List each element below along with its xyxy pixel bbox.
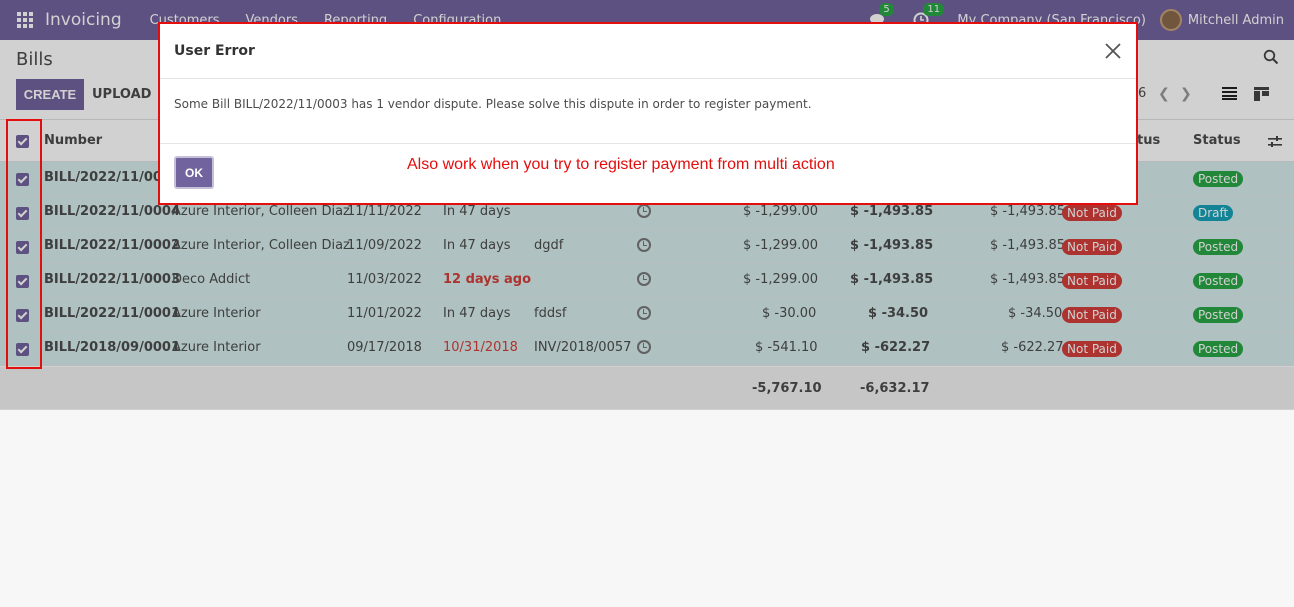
annotation-note: Also work when you try to register payme…	[407, 156, 835, 173]
modal-backdrop-lower[interactable]	[0, 410, 1294, 607]
close-icon[interactable]	[1104, 42, 1122, 60]
dialog-body: Some Bill BILL/2022/11/0003 has 1 vendor…	[160, 79, 1136, 144]
dialog-message: Some Bill BILL/2022/11/0003 has 1 vendor…	[174, 97, 812, 111]
annotation-highlight-box	[6, 119, 42, 369]
dialog-header: User Error	[160, 24, 1136, 79]
user-error-dialog: User Error Some Bill BILL/2022/11/0003 h…	[158, 22, 1138, 205]
ok-button[interactable]: OK	[174, 156, 214, 189]
dialog-title: User Error	[174, 43, 255, 59]
dialog-footer: OK Also work when you try to register pa…	[160, 144, 1136, 204]
